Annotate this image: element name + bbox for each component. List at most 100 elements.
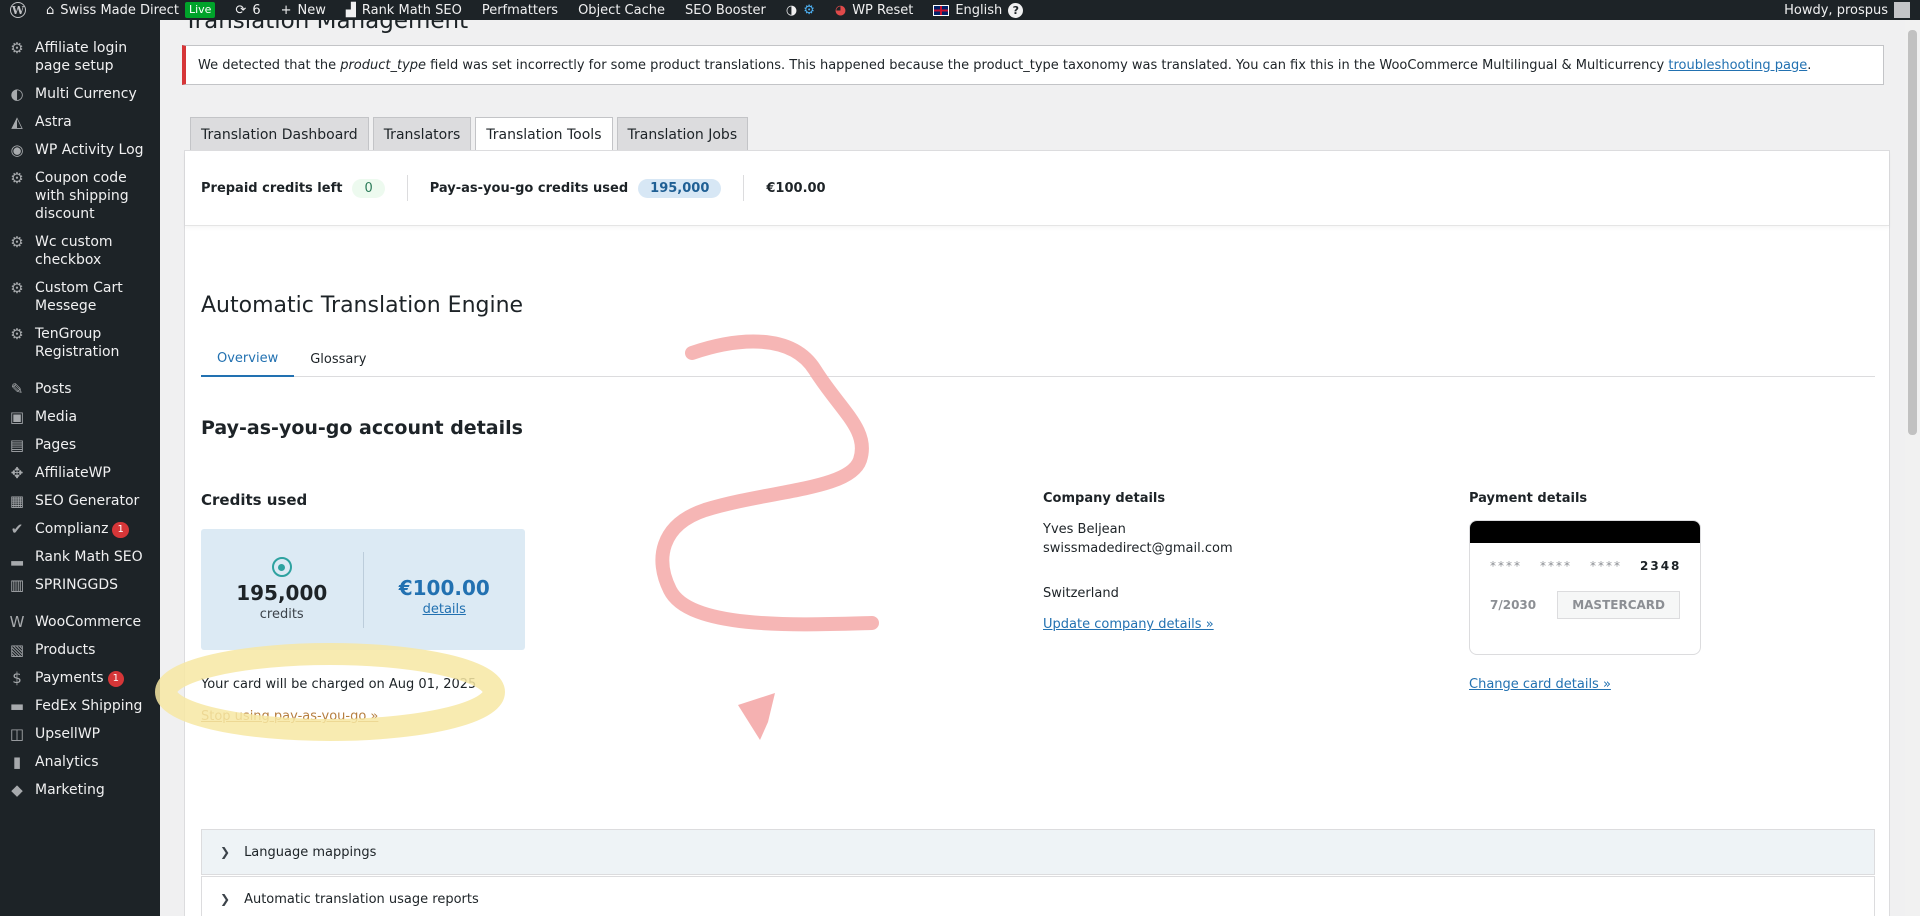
pin-icon: ✎ (10, 380, 24, 398)
sidebar-item-text: Pages (35, 437, 77, 453)
updates-link[interactable]: ⟳ 6 (225, 0, 270, 20)
chevron-right-icon: ❯ (220, 845, 231, 859)
sidebar-item-label: Wc custom checkbox (35, 233, 152, 269)
account-details-heading: Pay-as-you-go account details (201, 417, 523, 439)
dollar-icon: $ (12, 669, 22, 687)
rank-math-link[interactable]: ▟ Rank Math SEO (336, 0, 472, 20)
sidebar-item-custom-cart-messege[interactable]: ⚙ Custom Cart Messege (0, 274, 160, 320)
gear-icon: ⚙ (10, 325, 24, 343)
credits-used-box: 195,000 credits €100.00 details (201, 529, 525, 650)
sidebar-item-upsellwp[interactable]: ◫ UpsellWP (0, 720, 160, 748)
sidebar-item-springgds[interactable]: ▥ SPRINGGDS (0, 571, 160, 599)
sidebar-item-text: Wc custom checkbox (35, 234, 113, 268)
site-name-link[interactable]: ⌂ Swiss Made Direct Live (36, 0, 225, 20)
troubleshooting-link[interactable]: troubleshooting page (1668, 58, 1807, 73)
wp-reset-link[interactable]: ◕ WP Reset (825, 0, 923, 20)
sidebar-item-label: Affiliate login page setup (35, 39, 152, 75)
tab-translators[interactable]: Translators (372, 117, 472, 151)
notice-end: . (1807, 57, 1812, 73)
sidebar-item-analytics[interactable]: ▮ Analytics (0, 748, 160, 776)
refresh-icon: ⟳ (235, 2, 247, 18)
language-switcher[interactable]: English ? (923, 0, 1033, 20)
page-scrollbar[interactable] (1905, 20, 1920, 916)
sidebar-item-label: SPRINGGDS (35, 576, 118, 594)
prepaid-label: Prepaid credits left (201, 180, 343, 196)
change-card-link[interactable]: Change card details » (1469, 677, 1701, 692)
sidebar-item-text: WooCommerce (35, 614, 142, 630)
sidebar-item-label: WooCommerce (35, 613, 141, 631)
sidebar-item-affiliatewp[interactable]: ✥ AffiliateWP (0, 459, 160, 487)
gear-badge-icon: ⚙ (803, 2, 815, 18)
sidebar-item-wc-custom-checkbox[interactable]: ⚙ Wc custom checkbox (0, 228, 160, 274)
nav-tabs: Translation Dashboard Translators Transl… (190, 117, 749, 152)
sidebar-item-posts[interactable]: ✎ Posts (0, 375, 160, 403)
card-expiry: 7/2030 (1490, 598, 1537, 612)
sidebar-item-text: Products (35, 642, 96, 658)
plugin-status-icons[interactable]: ◑ ⚙ (776, 0, 825, 20)
seo-booster-link[interactable]: SEO Booster (675, 0, 776, 20)
object-cache-link[interactable]: Object Cache (568, 0, 675, 20)
sidebar-item-seo-generator[interactable]: ▦ SEO Generator (0, 487, 160, 515)
new-content-button[interactable]: + New (271, 0, 336, 20)
my-account-menu[interactable]: Howdy, prospus (1784, 2, 1920, 18)
woo-icon: W (9, 613, 25, 631)
charge-date-text: Your card will be charged on Aug 01, 202… (201, 677, 477, 692)
accordion-label: Language mappings (244, 844, 377, 860)
notification-count-badge: 1 (107, 671, 124, 687)
sidebar-item-astra[interactable]: ◭ Astra (0, 108, 160, 136)
sidebar-item-text: Marketing (35, 782, 105, 798)
accordion-usage-reports[interactable]: ❯ Automatic translation usage reports (201, 876, 1875, 916)
currency-icon: ◐ (10, 85, 24, 103)
perfmatters-label: Perfmatters (481, 2, 559, 18)
engine-subtabs: Overview Glossary (201, 341, 1875, 377)
credits-cost-column: €100.00 details (364, 562, 526, 617)
stop-payg-link[interactable]: Stop using pay-as-you-go » (201, 709, 378, 724)
scrollbar-thumb[interactable] (1908, 30, 1917, 435)
sidebar-item-complianz[interactable]: ✔ Complianz 1 (0, 515, 160, 543)
sidebar-item-text: AffiliateWP (35, 465, 111, 481)
updates-count: 6 (252, 2, 261, 18)
sidebar-item-payments[interactable]: $ Payments 1 (0, 664, 160, 692)
perfmatters-link[interactable]: Perfmatters (472, 0, 568, 20)
uk-flag-icon (933, 4, 950, 16)
sidebar-item-fedex-shipping[interactable]: ▬ FedEx Shipping (0, 692, 160, 720)
eye-icon: ◉ (10, 141, 24, 159)
sidebar-item-multi-currency[interactable]: ◐ Multi Currency (0, 80, 160, 108)
sidebar-item-woocommerce[interactable]: W WooCommerce (0, 608, 160, 636)
accordion-language-mappings[interactable]: ❯ Language mappings (201, 829, 1875, 875)
seo-icon: ▦ (9, 492, 25, 510)
sidebar-item-media[interactable]: ▣ Media (0, 403, 160, 431)
cart-icon: ◫ (9, 725, 25, 743)
update-company-link[interactable]: Update company details » (1043, 617, 1233, 632)
cost-details-link[interactable]: details (423, 602, 466, 617)
wordpress-logo-button[interactable]: W (0, 0, 36, 20)
sidebar-item-affiliate-login-page-setup[interactable]: ⚙ Affiliate login page setup (0, 34, 160, 80)
credits-used-value: 195,000 (236, 581, 328, 605)
sidebar-item-text: Affiliate login page setup (35, 40, 128, 74)
tab-translation-tools[interactable]: Translation Tools (475, 117, 613, 152)
sidebar-item-pages[interactable]: ▤ Pages (0, 431, 160, 459)
sidebar-item-rank-math-seo[interactable]: ▂ Rank Math SEO (0, 543, 160, 571)
gear-icon: ⚙ (10, 279, 24, 297)
tab-translation-jobs[interactable]: Translation Jobs (616, 117, 749, 151)
object-cache-label: Object Cache (578, 2, 665, 18)
accordion-label: Automatic translation usage reports (244, 891, 479, 907)
sidebar-item-products[interactable]: ▧ Products (0, 636, 160, 664)
subtab-glossary[interactable]: Glossary (294, 341, 382, 377)
sidebar-item-coupon-code-with-shipping-discount[interactable]: ⚙ Coupon code with shipping discount (0, 164, 160, 228)
subtab-overview[interactable]: Overview (201, 341, 295, 377)
credits-summary-bar: Prepaid credits left 0 Pay-as-you-go cre… (185, 151, 1889, 226)
tab-translation-dashboard[interactable]: Translation Dashboard (190, 117, 369, 151)
sidebar-item-marketing[interactable]: ◆ Marketing (0, 776, 160, 804)
help-icon[interactable]: ? (1008, 2, 1024, 18)
sidebar-item-label: Coupon code with shipping discount (35, 169, 152, 223)
sidebar-item-tengroup-registration[interactable]: ⚙ TenGroup Registration (0, 320, 160, 366)
live-badge: Live (184, 2, 216, 18)
company-contact-name: Yves Beljean (1043, 522, 1126, 537)
plus-icon: + (280, 2, 292, 18)
payg-amount-value: €100.00 (766, 180, 826, 196)
card-masked-group: **** (1590, 559, 1622, 573)
sidebar-item-wp-activity-log[interactable]: ◉ WP Activity Log (0, 136, 160, 164)
sidebar-item-label: Pages (35, 436, 76, 454)
sidebar-item-label: SEO Generator (35, 492, 139, 510)
